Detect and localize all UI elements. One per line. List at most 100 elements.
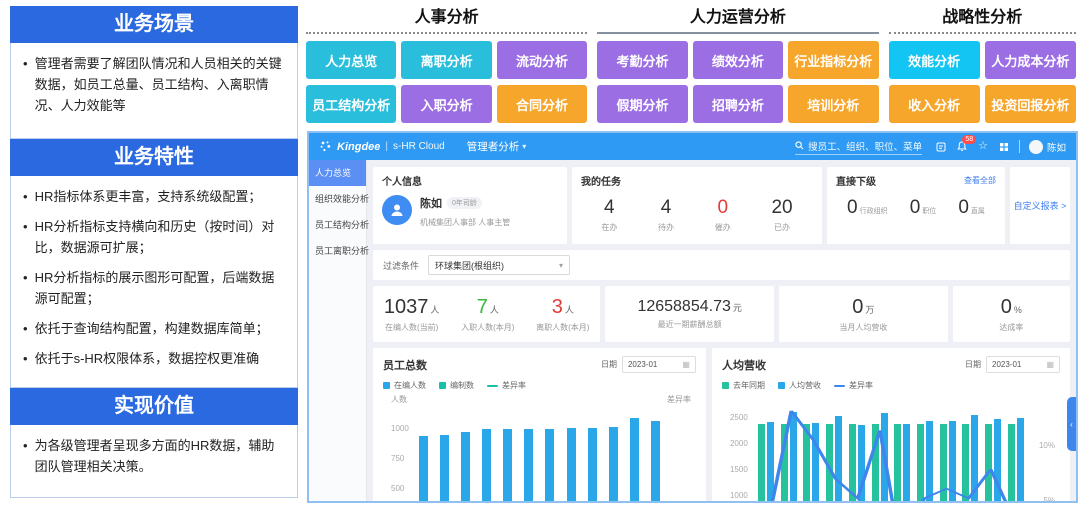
bar-group <box>758 406 774 503</box>
nav-btn-income-analysis[interactable]: 收入分析 <box>889 85 980 123</box>
bar-group <box>849 406 865 503</box>
bar <box>419 436 428 503</box>
metric-payroll: 12658854.73元最近一期薪酬总额 <box>637 298 741 330</box>
bar-group <box>940 406 956 503</box>
date-value: 2023-01 <box>992 360 1021 369</box>
bar <box>826 424 833 503</box>
y-tick: 2000 <box>730 439 748 448</box>
view-all-link[interactable]: 查看全部 <box>964 175 996 186</box>
report-stat-admin-org[interactable]: 0行政组织 <box>847 197 888 219</box>
favorite-star-icon[interactable]: ☆ <box>978 141 988 152</box>
sidebar-item-employee-structure[interactable]: 员工结构分析 <box>309 212 366 238</box>
chevron-down-icon: ▾ <box>559 261 563 270</box>
sidebar-item-org-efficiency[interactable]: 组织效能分析 <box>309 186 366 212</box>
payroll-metric-card: 12658854.73元最近一期薪酬总额 <box>605 286 774 342</box>
bar <box>949 421 956 503</box>
bar <box>630 418 639 503</box>
stat-label: 催办 <box>715 222 731 233</box>
org-filter-select[interactable]: 环球集团(根组织) ▾ <box>428 255 570 275</box>
bar-group <box>962 406 978 503</box>
nav-btn-recruiting-analysis[interactable]: 招聘分析 <box>693 85 783 123</box>
date-label: 日期 <box>601 359 617 370</box>
task-stat-pending[interactable]: 4待办 <box>658 197 674 233</box>
bar <box>940 424 947 503</box>
sidebar-item-manpower-overview[interactable]: 人力总览 <box>309 160 366 186</box>
bar <box>985 424 992 503</box>
stat-label: 在办 <box>601 222 617 233</box>
legend-item[interactable]: 去年同期 <box>722 380 765 391</box>
legend-item[interactable]: 人均营收 <box>778 380 821 391</box>
date-input[interactable]: 2023-01 ▦ <box>986 356 1060 373</box>
nav-group-hr-operation: 人力运营分析 考勤分析 绩效分析 行业指标分析 假期分析 招聘分析 培训分析 <box>597 3 878 129</box>
user-menu[interactable]: 陈如 <box>1029 140 1066 154</box>
legend-item[interactable]: 差异率 <box>834 380 873 391</box>
bullet-dot: • <box>23 435 28 477</box>
topbar-menu-label: 管理者分析 <box>467 139 520 154</box>
workbench-icon[interactable] <box>936 142 946 152</box>
nav-btn-resignation-analysis[interactable]: 离职分析 <box>401 41 491 79</box>
bullet-item: •HR指标体系更丰富，支持系统级配置； <box>23 186 285 207</box>
bar <box>482 429 491 503</box>
nav-btn-holiday-analysis[interactable]: 假期分析 <box>597 85 687 123</box>
legend-swatch-line <box>834 385 845 387</box>
bar <box>781 424 788 503</box>
stat-label: 待办 <box>658 222 674 233</box>
nav-btn-performance-analysis[interactable]: 绩效分析 <box>693 41 783 79</box>
global-search[interactable]: 搜员工、组织、职位、菜单 <box>795 139 922 155</box>
nav-btn-contract-analysis[interactable]: 合同分析 <box>497 85 587 123</box>
stat-value: 0 <box>847 197 858 219</box>
nav-btn-attendance-analysis[interactable]: 考勤分析 <box>597 41 687 79</box>
nav-btn-labor-cost-analysis[interactable]: 人力成本分析 <box>985 41 1076 79</box>
date-input[interactable]: 2023-01 ▦ <box>622 356 696 373</box>
stat-label: 行政组织 <box>860 206 888 219</box>
custom-report-card: 自定义报表 > <box>1010 167 1070 244</box>
legend-swatch <box>722 382 729 389</box>
report-stat-position[interactable]: 0职位 <box>910 197 937 219</box>
button-row: 考勤分析 绩效分析 行业指标分析 <box>597 41 878 79</box>
notification-bell-icon[interactable]: 58 <box>957 141 967 152</box>
nav-btn-industry-indicator-analysis[interactable]: 行业指标分析 <box>788 41 878 79</box>
section-body-value: •为各级管理者呈现多方面的HR数据，辅助团队管理相关决策。 <box>10 425 298 498</box>
task-stat-urged[interactable]: 0催办 <box>715 197 731 233</box>
bar-group <box>917 406 933 503</box>
nav-group-strategic: 战略性分析 效能分析 人力成本分析 收入分析 投资回报分析 <box>889 3 1077 129</box>
nav-btn-onboarding-analysis[interactable]: 入职分析 <box>401 85 491 123</box>
tenure-badge: 0年司龄 <box>447 197 482 209</box>
apps-grid-icon[interactable] <box>999 142 1009 152</box>
bullet-dot: • <box>23 267 28 309</box>
legend-item[interactable]: 在编人数 <box>383 380 426 391</box>
nav-btn-efficiency-analysis[interactable]: 效能分析 <box>889 41 980 79</box>
bar <box>588 428 597 503</box>
legend-label: 差异率 <box>849 380 873 391</box>
legend-item[interactable]: 差异率 <box>487 380 526 391</box>
nav-btn-mobility-analysis[interactable]: 流动分析 <box>497 41 587 79</box>
report-stat-direct[interactable]: 0直属 <box>958 197 985 219</box>
task-stat-done[interactable]: 20已办 <box>771 197 792 233</box>
bullet-text: 管理者需要了解团队情况和人员相关的关键数据，如员工总量、员工结构、入离职情况、人… <box>35 53 285 116</box>
y-tick: 750 <box>391 454 404 463</box>
legend-item[interactable]: 编制数 <box>439 380 474 391</box>
y-tick: 2500 <box>730 413 748 422</box>
sidebar-item-employee-resignation[interactable]: 员工离职分析 <box>309 238 366 264</box>
custom-report-link[interactable]: 自定义报表 > <box>1014 199 1067 212</box>
bullet-dot: • <box>23 216 28 258</box>
metric-label: 离职人数(本月) <box>536 322 589 333</box>
task-stat-inprogress[interactable]: 4在办 <box>601 197 617 233</box>
button-row: 员工结构分析 入职分析 合同分析 <box>306 85 587 123</box>
nav-btn-roi-analysis[interactable]: 投资回报分析 <box>985 85 1076 123</box>
bar <box>440 435 449 503</box>
bar <box>567 428 576 503</box>
bar-group <box>872 406 888 503</box>
topbar-menu-manager-analysis[interactable]: 管理者分析 ▾ <box>467 139 527 154</box>
panel-collapse-handle[interactable]: ‹ <box>1067 397 1076 451</box>
avatar <box>1029 140 1043 154</box>
nav-btn-structure-analysis[interactable]: 员工结构分析 <box>306 85 396 123</box>
bar <box>503 429 512 503</box>
nav-btn-manpower-overview[interactable]: 人力总览 <box>306 41 396 79</box>
personal-info-card: 个人信息 陈如 0年司龄 机械集团人事部 人事主管 <box>373 167 567 244</box>
chart-title: 员工总数 <box>383 357 427 373</box>
bar <box>971 415 978 503</box>
bar <box>872 424 879 503</box>
direct-reports-card: 直接下级 查看全部 0行政组织 0职位 0直属 <box>827 167 1005 244</box>
nav-btn-training-analysis[interactable]: 培训分析 <box>788 85 878 123</box>
